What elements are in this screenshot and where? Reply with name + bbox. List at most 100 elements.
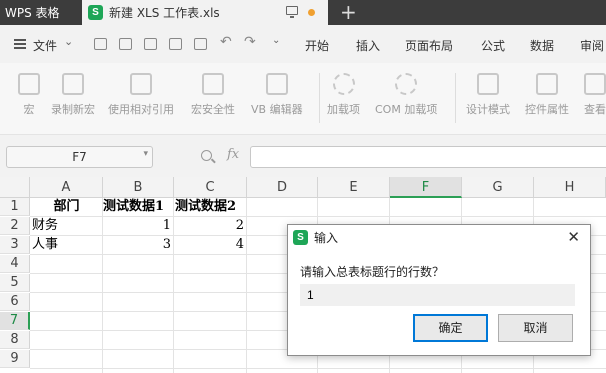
name-box-value: F7	[72, 150, 87, 164]
row-header-2[interactable]: 2	[0, 217, 30, 235]
addins-button[interactable]: 加载项	[327, 73, 360, 117]
cell-a2[interactable]: 财务	[32, 217, 58, 235]
cell-a1[interactable]: 部门	[31, 198, 102, 216]
column-header-c[interactable]: C	[174, 177, 247, 198]
dialog-prompt: 请输入总表标题行的行数？	[300, 265, 445, 279]
menu-hamburger-icon[interactable]	[14, 39, 26, 49]
com-gear-icon	[395, 73, 418, 95]
relative-reference-button[interactable]: 使用相对引用	[108, 73, 174, 117]
macro-icon	[18, 73, 40, 95]
spreadsheet-icon: S	[88, 5, 103, 20]
row-header-4[interactable]: 4	[0, 255, 30, 273]
column-header-g[interactable]: G	[462, 177, 534, 198]
menu-bar: 文件 ⌄ ↶ ↷ ⌄ 开始 插入 页面布局 公式 数据 审阅	[0, 25, 606, 63]
print-icon[interactable]	[169, 38, 182, 50]
vb-editor-icon	[265, 73, 288, 95]
row-header-1[interactable]: 1	[0, 198, 30, 216]
select-all-corner[interactable]	[0, 177, 30, 198]
chevron-down-icon[interactable]: ⌄	[64, 35, 73, 48]
cell-c2[interactable]: 2	[174, 217, 247, 235]
column-header-d[interactable]: D	[247, 177, 318, 198]
tab-review[interactable]: 审阅	[580, 37, 604, 54]
zoom-icon[interactable]	[201, 150, 212, 161]
dialog-title-bar: S 输入	[288, 225, 590, 249]
control-properties-icon	[536, 73, 558, 95]
tab-wps-label: WPS 表格	[5, 6, 60, 20]
cell-b2[interactable]: 1	[103, 217, 174, 235]
macro-security-button[interactable]: 宏安全性	[191, 73, 235, 117]
name-box[interactable]: F7 ▾	[6, 146, 153, 168]
cell-c1[interactable]: 测试数据2	[175, 198, 236, 216]
insert-function-icon[interactable]: fx	[227, 147, 239, 162]
row-header-6[interactable]: 6	[0, 293, 30, 311]
tab-wps-app[interactable]: WPS 表格	[0, 0, 78, 25]
tab-home[interactable]: 开始	[305, 37, 329, 54]
design-mode-button[interactable]: 设计模式	[466, 73, 510, 117]
row-header-9[interactable]: 9	[0, 350, 30, 368]
spreadsheet-icon: S	[293, 229, 308, 245]
tab-data[interactable]: 数据	[530, 37, 554, 54]
close-icon[interactable]: ✕	[567, 228, 580, 246]
input-dialog: S 输入 ✕ 请输入总表标题行的行数？ 1 确定 取消	[287, 224, 591, 356]
control-properties-label: 控件属性	[525, 103, 569, 116]
tab-document[interactable]: S 新建 XLS 工作表.xls	[82, 0, 328, 25]
cell-b3[interactable]: 3	[103, 236, 174, 254]
redo-icon[interactable]: ↷	[244, 34, 257, 50]
macro-label: 宏	[23, 103, 35, 116]
row-header-3[interactable]: 3	[0, 236, 30, 254]
view-code-icon	[584, 73, 606, 95]
column-header-e[interactable]: E	[318, 177, 390, 198]
cell-c3[interactable]: 4	[174, 236, 247, 254]
dialog-title: 输入	[314, 230, 339, 245]
cell-a3[interactable]: 人事	[32, 236, 58, 254]
row-header-5[interactable]: 5	[0, 274, 30, 292]
row-header-7[interactable]: 7	[0, 312, 30, 330]
view-code-label: 查看	[584, 103, 606, 116]
macro-button[interactable]: 宏	[18, 73, 40, 117]
design-mode-label: 设计模式	[466, 103, 510, 116]
record-macro-label: 录制新宏	[51, 103, 95, 116]
vb-editor-button[interactable]: VB 编辑器	[251, 73, 303, 117]
column-header-f[interactable]: F	[390, 177, 462, 198]
com-addins-label: COM 加载项	[375, 103, 438, 116]
record-macro-button[interactable]: 录制新宏	[51, 73, 95, 117]
com-addins-button[interactable]: COM 加载项	[375, 73, 437, 117]
monitor-icon[interactable]	[286, 6, 298, 18]
print-preview-icon[interactable]	[194, 38, 207, 50]
unsaved-dot-icon	[308, 9, 315, 16]
cancel-button[interactable]: 取消	[498, 314, 573, 342]
export-pdf-icon[interactable]	[144, 38, 157, 50]
title-bar: WPS 表格 S 新建 XLS 工作表.xls +	[0, 0, 606, 25]
chevron-down-icon[interactable]: ▾	[143, 149, 148, 159]
record-macro-icon	[62, 73, 84, 95]
control-properties-button[interactable]: 控件属性	[525, 73, 569, 117]
row-header-8[interactable]: 8	[0, 331, 30, 349]
undo-icon[interactable]: ↶	[220, 34, 233, 50]
column-header-h[interactable]: H	[534, 177, 606, 198]
cell-b1[interactable]: 测试数据1	[103, 198, 164, 216]
view-code-button[interactable]: 查看	[584, 73, 606, 117]
developer-toolbar: 宏 录制新宏 使用相对引用 宏安全性 VB 编辑器 加载项 COM 加载项 设计…	[0, 63, 606, 135]
tab-page-layout[interactable]: 页面布局	[405, 37, 453, 54]
file-menu[interactable]: 文件	[33, 37, 57, 54]
formula-bar: F7 ▾ fx	[0, 135, 606, 177]
tab-insert[interactable]: 插入	[356, 37, 380, 54]
dialog-input-field[interactable]: 1	[300, 284, 575, 306]
relative-reference-icon	[130, 73, 152, 95]
design-mode-icon	[477, 73, 499, 95]
macro-security-label: 宏安全性	[191, 103, 235, 116]
tab-formulas[interactable]: 公式	[481, 37, 505, 54]
formula-input[interactable]	[250, 146, 606, 168]
new-tab-icon[interactable]: +	[340, 1, 357, 23]
ok-button[interactable]: 确定	[413, 314, 488, 342]
macro-security-icon	[202, 73, 224, 95]
vb-editor-label: VB 编辑器	[251, 103, 303, 116]
quick-access-chevron-icon[interactable]: ⌄	[272, 35, 280, 46]
save-icon[interactable]	[119, 38, 132, 50]
toolbar-divider	[455, 73, 456, 123]
open-folder-icon[interactable]	[94, 38, 107, 50]
toolbar-divider	[319, 73, 320, 123]
grid-line	[30, 368, 606, 369]
column-header-a[interactable]: A	[30, 177, 103, 198]
column-header-b[interactable]: B	[103, 177, 174, 198]
